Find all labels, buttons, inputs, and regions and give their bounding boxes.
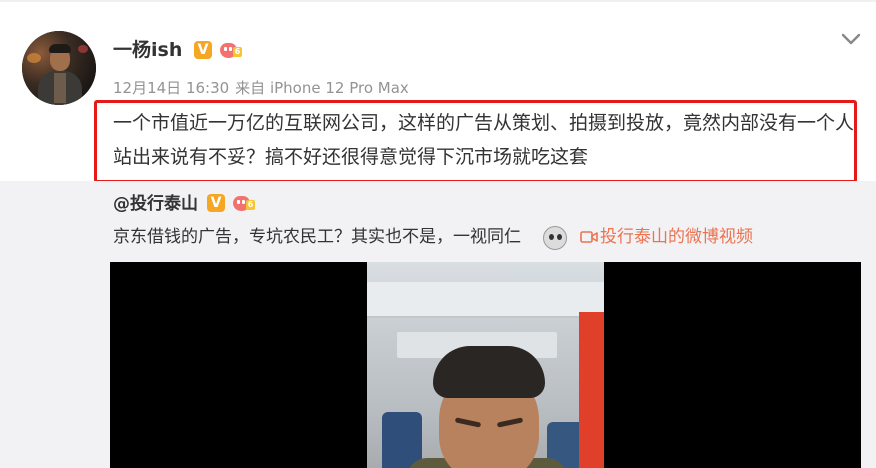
username[interactable]: 一杨ish <box>113 38 182 62</box>
post-meta: 12月14日 16:30 来自 iPhone 12 Pro Max <box>113 78 409 98</box>
post-timestamp[interactable]: 12月14日 16:30 <box>113 79 229 97</box>
doge-emoji-icon <box>543 226 567 250</box>
video-player[interactable] <box>110 262 861 468</box>
chevron-down-icon[interactable] <box>841 32 861 46</box>
video-link[interactable]: 投行泰山的微博视频 <box>600 226 753 248</box>
repost-text: 京东借钱的广告，专坑农民工？其实也不是，一视同仁 <box>113 227 521 247</box>
video-thumbnail[interactable] <box>367 262 604 468</box>
video-camera-icon[interactable] <box>580 229 598 245</box>
repost-member-level-icon[interactable]: 6 <box>233 194 255 212</box>
repost-verified-badge-icon[interactable]: V <box>207 194 225 212</box>
top-divider <box>0 0 876 2</box>
avatar[interactable] <box>22 31 96 105</box>
member-level-icon[interactable]: 6 <box>220 41 242 59</box>
post-source: 来自 iPhone 12 Pro Max <box>235 79 409 97</box>
highlight-annotation-box <box>94 100 857 183</box>
verified-badge-icon[interactable]: V <box>194 41 212 59</box>
repost-username[interactable]: @投行泰山 <box>113 193 198 215</box>
